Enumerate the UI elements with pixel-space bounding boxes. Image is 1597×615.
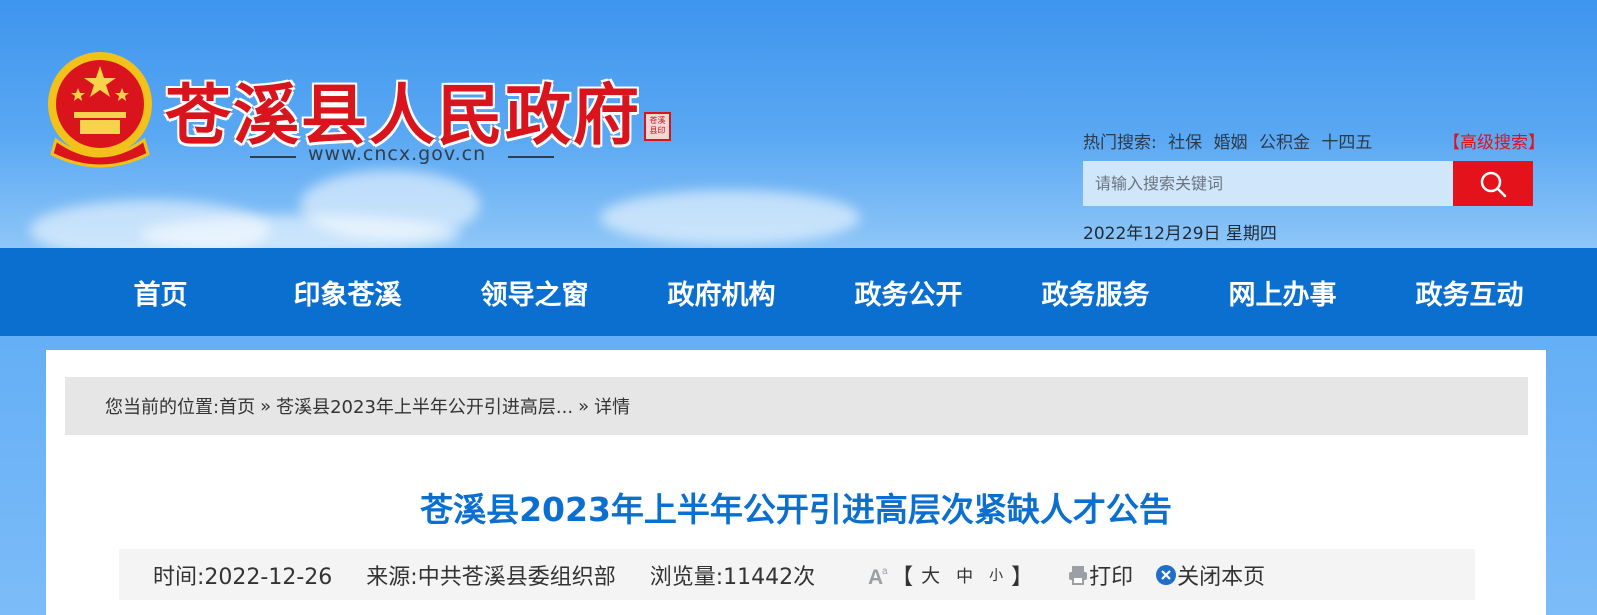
svg-text:a: a	[882, 566, 888, 577]
breadcrumb-current: 详情	[594, 397, 631, 418]
nav-item-disclosure[interactable]: 政务公开	[815, 273, 1002, 312]
nav-item-impression[interactable]: 印象苍溪	[254, 273, 441, 312]
hot-term-link[interactable]: 公积金	[1259, 133, 1310, 153]
font-large-button[interactable]: 大	[921, 561, 940, 588]
font-size-controls: A a 【 大 中 小 】	[867, 559, 1033, 591]
national-emblem-icon	[48, 52, 152, 168]
font-medium-button[interactable]: 中	[956, 562, 973, 587]
breadcrumb: 您当前的位置: 首页 » 苍溪县2023年上半年公开引进高层... » 详情	[65, 377, 1528, 435]
view-count: 浏览量:11442次	[649, 564, 816, 590]
nav-item-services[interactable]: 政务服务	[1002, 273, 1189, 312]
current-date: 2022年12月29日 星期四	[1083, 224, 1277, 244]
print-label: 打印	[1089, 564, 1134, 590]
breadcrumb-home-link[interactable]: 首页	[219, 393, 255, 419]
article-title: 苍溪县2023年上半年公开引进高层次紧缺人才公告	[420, 490, 1172, 529]
url-divider	[508, 156, 554, 158]
breadcrumb-prefix: 您当前的位置:	[105, 397, 220, 418]
font-bracket: 】	[1011, 564, 1034, 590]
font-small-button[interactable]: 小	[989, 565, 1003, 585]
font-bracket: 【	[891, 564, 914, 590]
hot-search: 热门搜索: 社保 婚姻 公积金 十四五	[1083, 128, 1378, 153]
hot-term-link[interactable]: 十四五	[1321, 133, 1372, 153]
advanced-search-link[interactable]: 【高级搜索】	[1443, 128, 1545, 153]
seal-stamp: 苍溪县印	[644, 112, 671, 141]
font-size-icon: A a	[868, 566, 888, 587]
close-page-button[interactable]: 关闭本页	[1155, 559, 1265, 591]
article-source: 来源:中共苍溪县委组织部	[366, 564, 616, 590]
hot-search-label: 热门搜索:	[1083, 133, 1157, 153]
site-header: 苍溪县人民政府 苍溪县印 www.cncx.gov.cn 热门搜索: 社保 婚姻…	[0, 0, 1597, 248]
search-button[interactable]	[1453, 161, 1533, 206]
article-meta: 时间:2022-12-26 来源:中共苍溪县委组织部 浏览量:11442次 A …	[119, 549, 1475, 600]
breadcrumb-separator: »	[260, 395, 272, 417]
close-icon	[1156, 564, 1177, 585]
printer-icon	[1069, 565, 1088, 585]
breadcrumb-separator: »	[578, 395, 590, 417]
hot-term-link[interactable]: 社保	[1168, 133, 1202, 153]
nav-item-interaction[interactable]: 政务互动	[1376, 273, 1563, 312]
search-input[interactable]	[1083, 161, 1453, 206]
print-button[interactable]: 打印	[1067, 559, 1133, 591]
publish-time: 时间:2022-12-26	[153, 564, 333, 590]
svg-text:A: A	[868, 566, 883, 587]
nav-item-home[interactable]: 首页	[67, 273, 254, 312]
search-icon	[1480, 171, 1507, 197]
close-page-label: 关闭本页	[1177, 564, 1266, 590]
nav-item-leaders[interactable]: 领导之窗	[441, 273, 628, 312]
nav-item-agencies[interactable]: 政府机构	[628, 273, 815, 312]
nav-item-online[interactable]: 网上办事	[1189, 273, 1376, 312]
site-url: www.cncx.gov.cn	[308, 143, 487, 165]
hot-term-link[interactable]: 婚姻	[1214, 133, 1248, 153]
main-nav: 首页 印象苍溪 领导之窗 政府机构 政务公开 政务服务 网上办事 政务互动	[0, 248, 1597, 336]
breadcrumb-parent-link[interactable]: 苍溪县2023年上半年公开引进高层...	[276, 393, 573, 419]
content-panel: 您当前的位置: 首页 » 苍溪县2023年上半年公开引进高层... » 详情 苍…	[46, 350, 1546, 615]
url-divider	[250, 156, 296, 158]
